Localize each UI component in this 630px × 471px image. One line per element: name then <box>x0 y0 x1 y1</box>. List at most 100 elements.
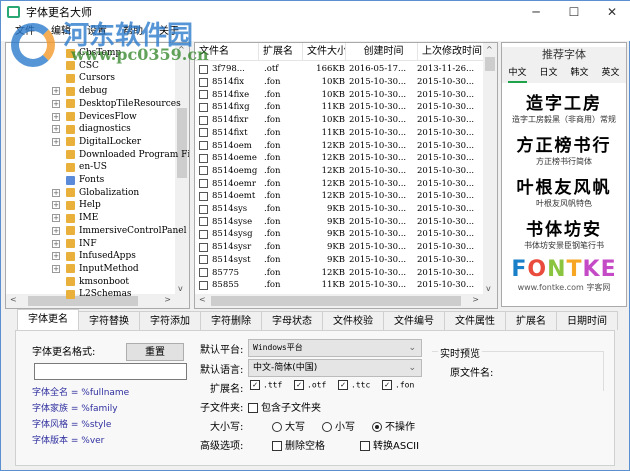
tab-datetime[interactable]: 日期时间 <box>556 311 618 330</box>
file-row[interactable]: 8514oemt .fon 12KB 2015-10-30... 2015-10-30.… <box>195 190 477 203</box>
file-row[interactable]: 8514fix .fon 10KB 2015-10-30... 2015-10-30..… <box>195 76 477 89</box>
tab-char-delete[interactable]: 字符删除 <box>200 311 262 330</box>
tab-file-number[interactable]: 文件编号 <box>383 311 445 330</box>
ext-ttc-checkbox[interactable]: ✓ .ttc <box>338 380 370 390</box>
menu-settings[interactable]: 设置 <box>87 23 107 41</box>
file-row[interactable]: 8514fixe .fon 10KB 2015-10-30... 2015-10-30.… <box>195 88 477 101</box>
expand-icon[interactable]: + <box>52 137 60 146</box>
file-checkbox[interactable] <box>199 64 208 74</box>
file-row[interactable]: 85775 .fon 12KB 2015-10-30... 2015-10-30... <box>195 266 477 279</box>
rec-font-1[interactable]: 造字工房 造字工房毅黑（非商用）常规 <box>502 89 626 125</box>
file-vertical-scrollbar[interactable]: ^ v <box>483 43 497 295</box>
tree-vertical-scrollbar[interactable]: ^ v <box>175 43 189 295</box>
column-size[interactable]: 文件大小 <box>303 43 346 60</box>
expand-icon[interactable]: + <box>52 188 60 197</box>
expand-icon[interactable]: + <box>52 201 60 210</box>
case-lower-radio[interactable]: 小写 <box>322 418 355 433</box>
file-checkbox[interactable] <box>199 141 208 151</box>
rec-tab-english[interactable]: 英文 <box>601 67 619 83</box>
rec-font-3[interactable]: 叶根友风帆 叶根友风帆特色 <box>502 173 626 209</box>
tab-font-rename[interactable]: 字体更名 <box>17 309 79 330</box>
file-checkbox[interactable] <box>199 90 208 100</box>
ext-ttf-checkbox[interactable]: ✓ .ttf <box>250 380 282 390</box>
file-row[interactable]: 8514syst .fon 9KB 2015-10-30... 2015-10-30..… <box>195 254 477 267</box>
expand-icon[interactable]: + <box>52 87 60 96</box>
rec-font-2[interactable]: 方正榜书行 方正榜书行简体 <box>502 131 626 167</box>
file-row[interactable]: 8514oeme .fon 12KB 2015-10-30... 2015-10-30.… <box>195 152 477 165</box>
column-created[interactable]: 创建时间 <box>346 43 418 60</box>
file-checkbox[interactable] <box>199 77 208 87</box>
file-row[interactable]: 8514fixt .fon 11KB 2015-10-30... 2015-10-30.… <box>195 127 477 140</box>
file-checkbox[interactable] <box>199 204 208 214</box>
file-row[interactable]: 8514oem .fon 12KB 2015-10-30... 2015-10-30..… <box>195 139 477 152</box>
minimize-button[interactable]: ─ <box>517 1 555 23</box>
file-row[interactable]: 85855 .fon 11KB 2015-10-30... 2015-10-30... <box>195 279 477 292</box>
case-upper-radio[interactable]: 大写 <box>272 418 305 433</box>
fontke-logo[interactable]: FONTKE <box>502 257 626 282</box>
file-row[interactable]: 8514oemg .fon 12KB 2015-10-30... 2015-10-30.… <box>195 165 477 178</box>
case-none-radio[interactable]: 不操作 <box>372 418 415 433</box>
expand-icon[interactable]: + <box>52 252 60 261</box>
file-row[interactable]: 8514syse .fon 9KB 2015-10-30... 2015-10-30..… <box>195 215 477 228</box>
expand-icon[interactable]: + <box>52 125 60 134</box>
file-row[interactable]: 3f798... .otf 166KB 2016-05-17... 2013-11-26… <box>195 63 477 76</box>
rec-tab-chinese[interactable]: 中文 <box>508 67 527 83</box>
ext-otf-checkbox[interactable]: ✓ .otf <box>294 380 326 390</box>
file-checkbox[interactable] <box>199 128 208 138</box>
tab-char-add[interactable]: 字符添加 <box>139 311 201 330</box>
fontke-url[interactable]: www.fontke.com 字客网 <box>502 282 626 293</box>
file-horizontal-scrollbar[interactable]: < > <box>195 294 497 308</box>
file-row[interactable]: 8514sysg .fon 9KB 2015-10-30... 2015-10-30..… <box>195 228 477 241</box>
expand-icon[interactable]: + <box>52 214 60 223</box>
file-checkbox[interactable] <box>199 191 208 201</box>
menu-file[interactable]: 文件 <box>15 23 35 41</box>
tab-extension[interactable]: 扩展名 <box>505 311 557 330</box>
menu-about[interactable]: 关于 <box>159 23 179 41</box>
language-select[interactable]: 中文-简体(中国) ⌄ <box>248 359 422 377</box>
column-modified[interactable]: 上次修改时间 <box>418 43 485 60</box>
file-checkbox[interactable] <box>199 217 208 227</box>
file-checkbox[interactable] <box>199 268 208 278</box>
file-checkbox[interactable] <box>199 255 208 265</box>
reset-button[interactable]: 重置 <box>126 343 184 361</box>
file-checkbox[interactable] <box>199 280 208 290</box>
file-row[interactable]: 8514sysr .fon 9KB 2015-10-30... 2015-10-30..… <box>195 241 477 254</box>
subfolder-checkbox[interactable]: 包含子文件夹 <box>248 399 321 414</box>
expand-icon[interactable]: + <box>52 239 60 248</box>
file-row[interactable]: 8514oemr .fon 12KB 2015-10-30... 2015-10-30.… <box>195 177 477 190</box>
expand-icon[interactable]: + <box>52 99 60 108</box>
rec-tab-japanese[interactable]: 日文 <box>539 67 557 83</box>
expand-icon[interactable]: + <box>52 264 60 273</box>
expand-icon[interactable]: + <box>52 226 60 235</box>
tab-letter-case[interactable]: 字母状态 <box>261 311 323 330</box>
tab-file-attr[interactable]: 文件属性 <box>444 311 506 330</box>
rec-tab-korean[interactable]: 韩文 <box>570 67 588 83</box>
ext-fon-checkbox[interactable]: ✓ .fon <box>382 380 414 390</box>
column-extension[interactable]: 扩展名 <box>259 43 303 60</box>
expand-icon[interactable]: + <box>52 112 60 121</box>
menu-help[interactable]: 帮助 <box>123 23 143 41</box>
file-checkbox[interactable] <box>199 179 208 189</box>
tab-file-check[interactable]: 文件校验 <box>322 311 384 330</box>
file-checkbox[interactable] <box>199 242 208 252</box>
platform-select[interactable]: Windows平台 ⌄ <box>248 339 422 357</box>
file-checkbox[interactable] <box>199 115 208 125</box>
format-input[interactable] <box>34 363 187 380</box>
tab-char-replace[interactable]: 字符替换 <box>78 311 140 330</box>
folder-tree[interactable]: ^ v < > CbsTemp CSC Cursors + debug + DesktopTil… <box>5 42 190 309</box>
file-checkbox[interactable] <box>199 102 208 112</box>
file-checkbox[interactable] <box>199 153 208 163</box>
column-filename[interactable]: 文件名 <box>195 43 259 60</box>
file-row[interactable]: 8514fixr .fon 10KB 2015-10-30... 2015-10-30.… <box>195 114 477 127</box>
file-checkbox[interactable] <box>199 229 208 239</box>
remove-spaces-checkbox[interactable]: 删除空格 <box>272 437 325 452</box>
rec-font-4[interactable]: 书体坊安 书体坊安景臣钢笔行书 <box>502 215 626 251</box>
convert-ascii-checkbox[interactable]: 转换ASCII <box>360 437 419 452</box>
file-row[interactable]: 8514fixg .fon 11KB 2015-10-30... 2015-10-30.… <box>195 101 477 114</box>
file-row[interactable]: 8514sys .fon 9KB 2015-10-30... 2015-10-30... <box>195 203 477 216</box>
maximize-button[interactable]: ☐ <box>555 1 593 23</box>
file-list[interactable]: 文件名 扩展名 文件大小 创建时间 上次修改时间 ^ v < > 3f798....… <box>194 42 498 309</box>
menu-edit[interactable]: 编辑 <box>51 23 71 41</box>
file-checkbox[interactable] <box>199 166 208 176</box>
close-button[interactable]: ✕ <box>593 1 630 23</box>
